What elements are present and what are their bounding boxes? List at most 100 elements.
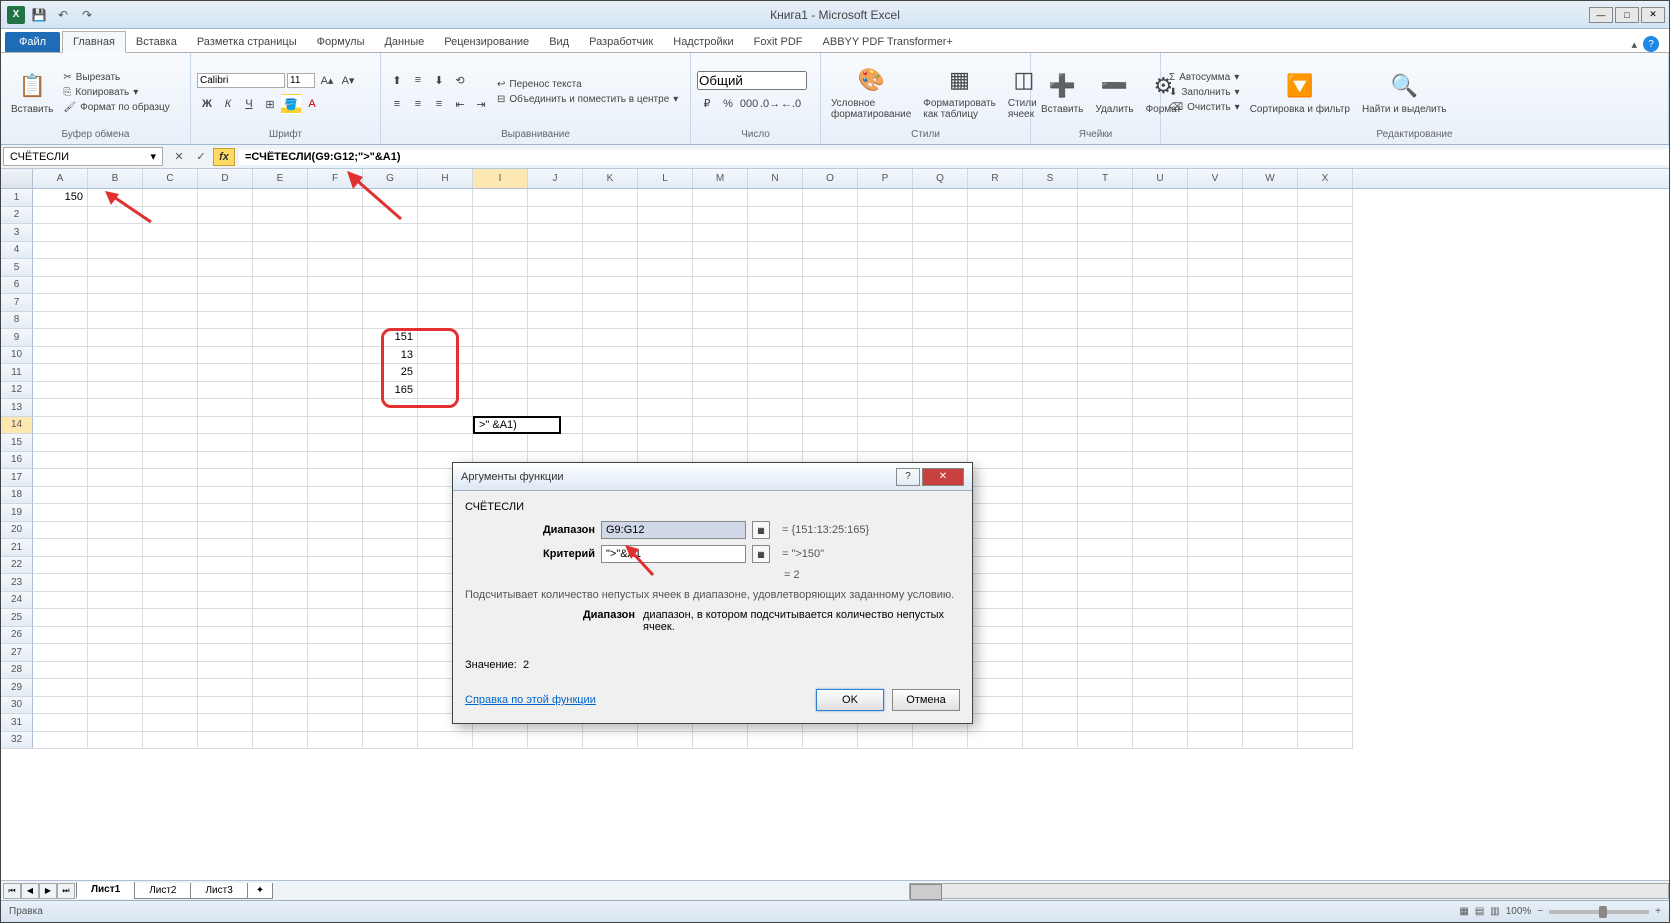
cell[interactable] [1133, 679, 1188, 697]
cell[interactable] [1078, 364, 1133, 382]
cell[interactable] [693, 347, 748, 365]
cell[interactable] [1188, 644, 1243, 662]
cell[interactable] [473, 294, 528, 312]
cell[interactable] [88, 714, 143, 732]
cell[interactable] [1298, 329, 1353, 347]
cell[interactable] [748, 732, 803, 750]
cell[interactable] [308, 312, 363, 330]
cancel-formula-button[interactable]: ✕ [169, 148, 189, 166]
cell[interactable] [1133, 469, 1188, 487]
column-header[interactable]: P [858, 169, 913, 188]
cell[interactable] [88, 417, 143, 435]
cell[interactable] [418, 382, 473, 400]
cell[interactable] [968, 469, 1023, 487]
cell[interactable] [253, 557, 308, 575]
cell[interactable] [33, 224, 88, 242]
cell[interactable] [638, 189, 693, 207]
cell[interactable] [1188, 714, 1243, 732]
cell[interactable] [1188, 189, 1243, 207]
row-header[interactable]: 13 [1, 399, 33, 417]
cell[interactable] [858, 417, 913, 435]
cell[interactable] [88, 294, 143, 312]
cell[interactable] [638, 312, 693, 330]
column-header[interactable]: R [968, 169, 1023, 188]
cell[interactable] [88, 399, 143, 417]
cell[interactable] [33, 364, 88, 382]
cell[interactable] [638, 382, 693, 400]
underline-button[interactable]: Ч [239, 94, 259, 114]
cell[interactable] [88, 242, 143, 260]
cell[interactable] [253, 539, 308, 557]
view-pagebreak-icon[interactable]: ▥ [1490, 906, 1499, 917]
cell[interactable] [583, 347, 638, 365]
merge-button[interactable]: ⊟Объединить и поместить в центре▾ [495, 93, 680, 106]
cell[interactable] [308, 487, 363, 505]
cell[interactable] [528, 434, 583, 452]
cell[interactable] [253, 504, 308, 522]
prev-sheet-button[interactable]: ◀ [21, 883, 39, 899]
cell[interactable] [1243, 522, 1298, 540]
cell[interactable] [198, 732, 253, 750]
font-size-input[interactable] [287, 73, 315, 88]
cell[interactable] [363, 662, 418, 680]
cell[interactable] [143, 277, 198, 295]
cell[interactable] [308, 627, 363, 645]
tab-insert[interactable]: Вставка [126, 32, 187, 52]
cell[interactable] [968, 399, 1023, 417]
cell[interactable] [638, 259, 693, 277]
cell[interactable] [33, 557, 88, 575]
cell[interactable] [253, 574, 308, 592]
cell[interactable] [638, 732, 693, 750]
cell[interactable] [1188, 329, 1243, 347]
cell[interactable] [198, 259, 253, 277]
cell[interactable] [253, 609, 308, 627]
cell[interactable] [1133, 452, 1188, 470]
cell[interactable] [1298, 312, 1353, 330]
cell[interactable] [88, 662, 143, 680]
cell[interactable] [1023, 364, 1078, 382]
cell[interactable] [1133, 347, 1188, 365]
cell[interactable] [913, 364, 968, 382]
cell[interactable] [1078, 732, 1133, 750]
cell[interactable] [308, 592, 363, 610]
cell[interactable] [33, 399, 88, 417]
cell[interactable] [1078, 382, 1133, 400]
cell[interactable]: 150 [33, 189, 88, 207]
cell[interactable] [308, 697, 363, 715]
cell[interactable] [143, 662, 198, 680]
cell[interactable] [88, 487, 143, 505]
align-center-button[interactable]: ≡ [408, 94, 428, 114]
cell[interactable] [693, 242, 748, 260]
cell[interactable] [803, 312, 858, 330]
cell[interactable] [253, 469, 308, 487]
cell[interactable] [363, 294, 418, 312]
cell[interactable] [1188, 609, 1243, 627]
cell[interactable] [1188, 469, 1243, 487]
cell[interactable] [1078, 312, 1133, 330]
cell[interactable] [1023, 714, 1078, 732]
cell[interactable] [253, 399, 308, 417]
cell[interactable] [913, 329, 968, 347]
cell[interactable] [1133, 399, 1188, 417]
cell[interactable] [1133, 714, 1188, 732]
cell[interactable] [858, 189, 913, 207]
cell[interactable] [88, 592, 143, 610]
undo-icon[interactable]: ↶ [53, 5, 73, 25]
cell[interactable] [968, 539, 1023, 557]
cell[interactable] [803, 417, 858, 435]
tab-pagelayout[interactable]: Разметка страницы [187, 32, 307, 52]
cell[interactable] [1133, 644, 1188, 662]
cell[interactable] [1188, 259, 1243, 277]
cell[interactable] [198, 277, 253, 295]
cell[interactable] [33, 714, 88, 732]
cell[interactable] [88, 259, 143, 277]
cell[interactable] [418, 294, 473, 312]
cell[interactable] [198, 312, 253, 330]
cell[interactable] [528, 347, 583, 365]
cell[interactable] [1243, 399, 1298, 417]
sort-filter-button[interactable]: 🔽Сортировка и фильтр [1246, 68, 1354, 117]
cell[interactable] [968, 294, 1023, 312]
shrink-font-button[interactable]: A▾ [338, 70, 358, 90]
cell[interactable] [1298, 714, 1353, 732]
cell[interactable] [1188, 592, 1243, 610]
